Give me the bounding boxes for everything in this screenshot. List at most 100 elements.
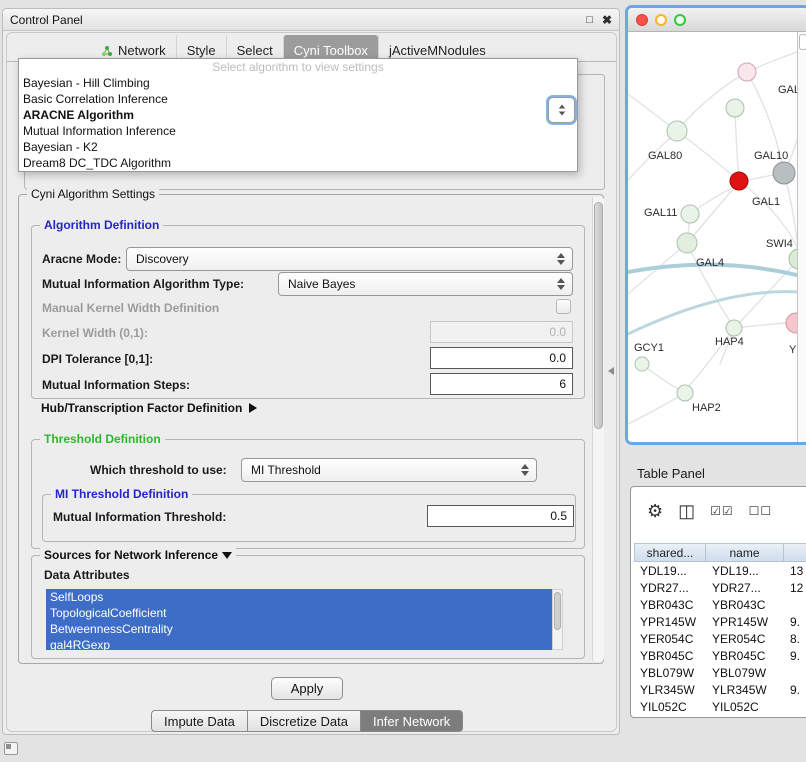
network-scrollbar[interactable] bbox=[797, 32, 806, 442]
network-edge[interactable] bbox=[748, 175, 773, 180]
table-cell: YBR043C bbox=[706, 598, 784, 612]
close-icon[interactable]: ✖ bbox=[602, 13, 612, 27]
algorithm-dropdown-item[interactable]: Dream8 DC_TDC Algorithm bbox=[19, 155, 577, 171]
settings-scrollbar[interactable] bbox=[592, 197, 604, 661]
table-cell: YBR043C bbox=[634, 598, 706, 612]
deselect-all-icon[interactable]: ☐☐ bbox=[749, 505, 773, 517]
network-edge[interactable] bbox=[735, 108, 739, 181]
attribute-list-item[interactable]: SelfLoops bbox=[46, 589, 552, 605]
sources-groupbox: Sources for Network Inference Data Attri… bbox=[31, 555, 585, 659]
network-node[interactable] bbox=[789, 249, 797, 269]
threshold-type-select[interactable]: MI Threshold bbox=[241, 458, 537, 482]
network-node-label: HAP2 bbox=[692, 402, 721, 414]
network-edge[interactable] bbox=[628, 393, 685, 424]
network-node[interactable] bbox=[738, 63, 756, 81]
network-node[interactable] bbox=[635, 357, 649, 371]
table-cell: YBL079W bbox=[634, 666, 706, 680]
aracne-mode-select[interactable]: Discovery bbox=[126, 247, 573, 271]
algorithm-dropdown-item[interactable]: Basic Correlation Inference bbox=[19, 91, 577, 107]
network-edge[interactable] bbox=[628, 292, 797, 334]
dpi-tolerance-input[interactable]: 0.0 bbox=[430, 347, 573, 369]
algorithm-combobox-fragment[interactable] bbox=[548, 97, 575, 123]
table-settings-icon[interactable]: ⚙ bbox=[647, 502, 663, 520]
table-cell: YIL052C bbox=[706, 700, 784, 714]
control-panel-titlebar[interactable]: Control Panel □ ✖ bbox=[3, 9, 619, 31]
attribute-list-item[interactable]: BetweennessCentrality bbox=[46, 621, 552, 637]
table-row[interactable]: YLR345W YLR345W 9. bbox=[634, 681, 806, 698]
network-node[interactable] bbox=[730, 172, 748, 190]
algorithm-dropdown-item-selected[interactable]: ARACNE Algorithm bbox=[19, 107, 577, 123]
network-node[interactable] bbox=[681, 205, 699, 223]
network-node[interactable] bbox=[677, 385, 693, 401]
network-graph[interactable]: GALGAL80GAL10GAL11GAL1SWI4GAL4GCY1HAP4HA… bbox=[628, 32, 797, 442]
settings-group-title: Cyni Algorithm Settings bbox=[27, 187, 159, 201]
table-cell: YPR145W bbox=[634, 615, 706, 629]
table-cell: YBR045C bbox=[706, 649, 784, 663]
hub-definition-toggle[interactable]: Hub/Transcription Factor Definition bbox=[41, 401, 257, 415]
network-scrollbar-thumb[interactable] bbox=[799, 34, 806, 50]
network-node-label: GAL11 bbox=[644, 207, 677, 219]
tab-label: jActiveMNodules bbox=[389, 43, 486, 58]
threshold-groupbox: Threshold Definition Which threshold to … bbox=[31, 439, 585, 549]
network-node[interactable] bbox=[786, 313, 797, 333]
mac-zoom-button[interactable] bbox=[674, 14, 686, 26]
attribute-list-item[interactable]: TopologicalCoefficient bbox=[46, 605, 552, 621]
algorithm-dropdown-item[interactable]: Bayesian - Hill Climbing bbox=[19, 75, 577, 91]
network-node[interactable] bbox=[773, 162, 795, 184]
combo-arrows-icon bbox=[521, 464, 529, 476]
column-header-extra[interactable] bbox=[784, 543, 806, 562]
splitter-collapse-handle[interactable] bbox=[608, 367, 614, 375]
which-threshold-label: Which threshold to use: bbox=[90, 463, 227, 477]
list-scrollbar[interactable] bbox=[552, 589, 563, 650]
mi-threshold-input[interactable]: 0.5 bbox=[427, 505, 574, 527]
apply-button[interactable]: Apply bbox=[271, 677, 343, 700]
tab-impute-data[interactable]: Impute Data bbox=[151, 710, 248, 732]
table-row[interactable]: YIL052C YIL052C bbox=[634, 698, 806, 715]
network-window-titlebar[interactable] bbox=[628, 8, 806, 32]
table-cell: YIL052C bbox=[634, 700, 706, 714]
column-header-shared-name[interactable]: shared... bbox=[634, 543, 706, 562]
table-row[interactable]: YDL19... YDL19... 13 bbox=[634, 562, 806, 579]
network-edge[interactable] bbox=[677, 131, 739, 181]
network-edge[interactable] bbox=[687, 243, 734, 328]
mi-steps-input[interactable]: 6 bbox=[430, 373, 573, 395]
table-cell: 13 bbox=[784, 564, 806, 578]
network-node[interactable] bbox=[726, 320, 742, 336]
tab-infer-network[interactable]: Infer Network bbox=[361, 710, 463, 732]
settings-scrollbar-thumb[interactable] bbox=[594, 202, 603, 429]
combo-arrows-icon bbox=[558, 105, 564, 109]
mi-type-select[interactable]: Naive Bayes bbox=[278, 272, 573, 296]
tab-label: Cyni Toolbox bbox=[294, 43, 368, 58]
kernel-width-input[interactable]: 0.0 bbox=[430, 321, 573, 343]
algorithm-dropdown-item[interactable]: Mutual Information Inference bbox=[19, 123, 577, 139]
table-row[interactable]: YDR27... YDR27... 12 bbox=[634, 579, 806, 596]
mi-type-value: Naive Bayes bbox=[288, 277, 355, 291]
list-scrollbar-thumb[interactable] bbox=[554, 592, 561, 630]
column-visibility-icon[interactable]: ◫ bbox=[678, 502, 695, 520]
table-row[interactable]: YBR043C YBR043C bbox=[634, 596, 806, 613]
sources-toggle[interactable]: Sources for Network Inference bbox=[40, 548, 236, 562]
tab-discretize-data[interactable]: Discretize Data bbox=[248, 710, 361, 732]
column-header-name[interactable]: name bbox=[706, 543, 784, 562]
attribute-list-item[interactable]: gal4RGexp bbox=[46, 637, 552, 650]
table-row[interactable]: YBR045C YBR045C 9. bbox=[634, 647, 806, 664]
expand-right-icon bbox=[249, 403, 257, 413]
manual-kernel-checkbox[interactable] bbox=[556, 299, 571, 314]
mi-threshold-label: Mutual Information Threshold: bbox=[53, 510, 226, 524]
algorithm-dropdown-item[interactable]: Bayesian - K2 bbox=[19, 139, 577, 155]
dock-panel-icon[interactable] bbox=[4, 742, 18, 755]
select-all-icon[interactable]: ☑☑ bbox=[710, 505, 734, 517]
combo-arrows-icon bbox=[557, 253, 565, 265]
mac-close-button[interactable] bbox=[636, 14, 648, 26]
table-row[interactable]: YPR145W YPR145W 9. bbox=[634, 613, 806, 630]
network-node[interactable] bbox=[677, 233, 697, 253]
table-row[interactable]: YBL079W YBL079W bbox=[634, 664, 806, 681]
table-row[interactable]: YER054C YER054C 8. bbox=[634, 630, 806, 647]
table-panel-title: Table Panel bbox=[637, 466, 705, 481]
network-canvas[interactable]: GALGAL80GAL10GAL11GAL1SWI4GAL4GCY1HAP4HA… bbox=[628, 32, 797, 442]
float-icon[interactable]: □ bbox=[586, 14, 593, 26]
mac-minimize-button[interactable] bbox=[655, 14, 667, 26]
mi-threshold-groupbox: MI Threshold Definition Mutual Informati… bbox=[42, 494, 576, 542]
network-node[interactable] bbox=[667, 121, 687, 141]
network-node[interactable] bbox=[726, 99, 744, 117]
